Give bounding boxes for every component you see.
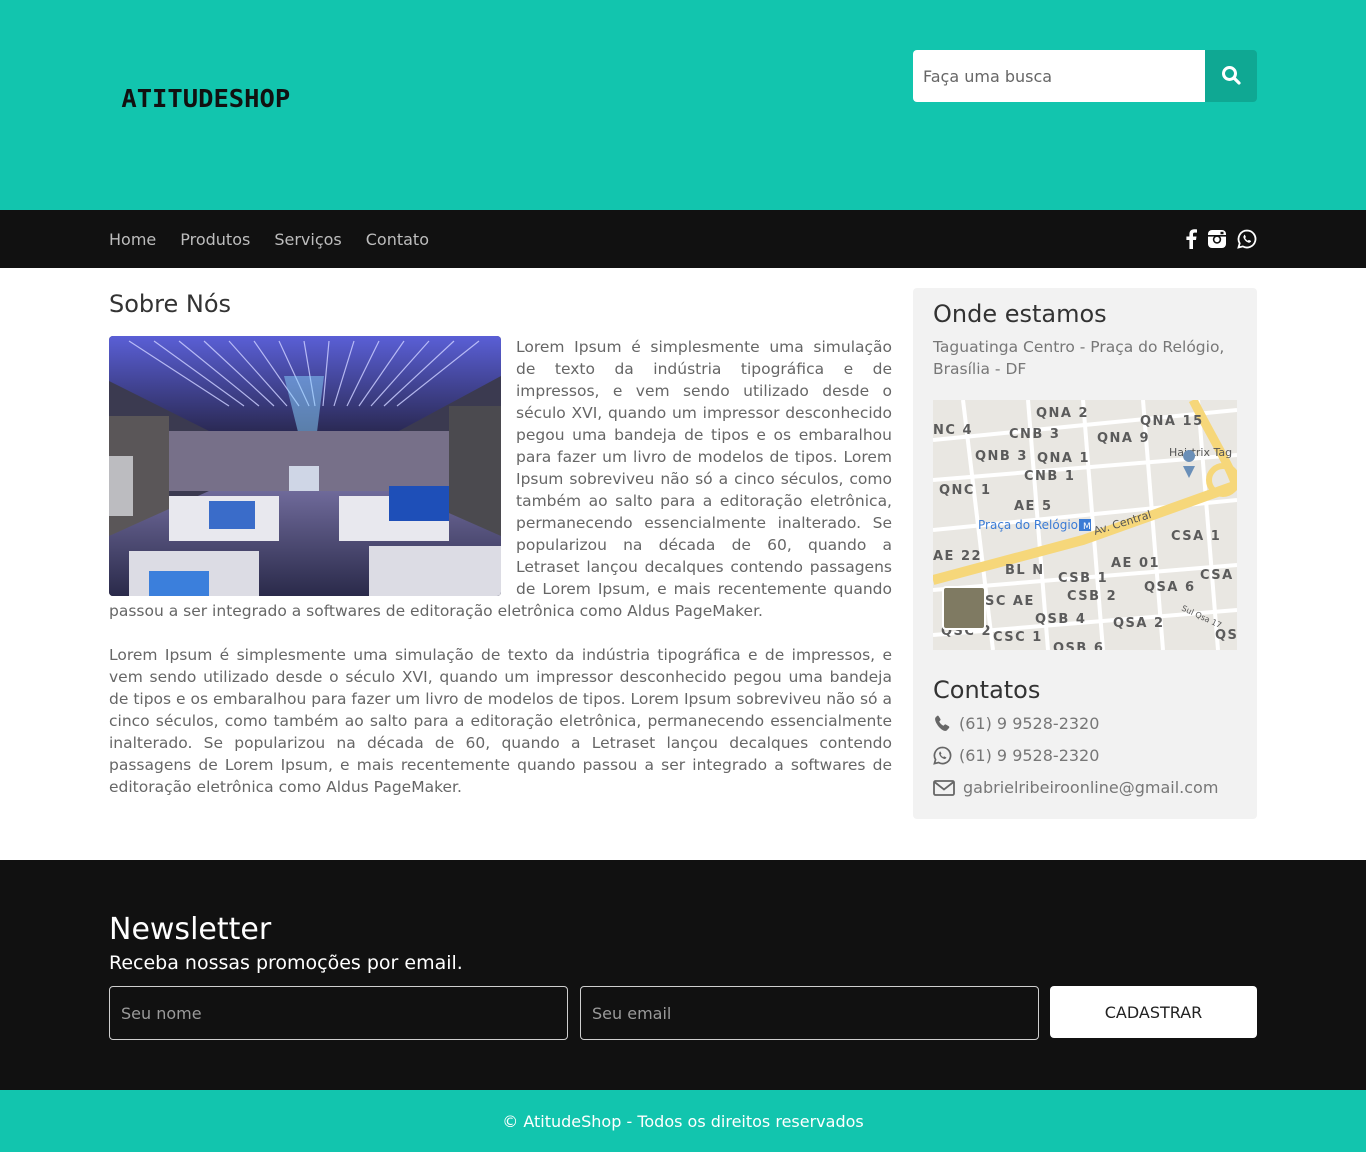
search-button[interactable] (1205, 50, 1257, 102)
map-label: NC 4 (933, 423, 973, 438)
map-label: CSB 1 (1058, 571, 1108, 586)
map-label: QNA 9 (1097, 431, 1150, 446)
location-title: Onde estamos (933, 300, 1107, 328)
main-nav: Home Produtos Serviços Contato (0, 210, 1366, 268)
nav-servicos[interactable]: Serviços (274, 230, 341, 249)
search-input[interactable] (913, 50, 1205, 102)
map-label: QNA 1 (1037, 451, 1090, 466)
contacts-title: Contatos (933, 676, 1041, 704)
satellite-toggle[interactable] (942, 586, 986, 630)
phone-icon (933, 715, 959, 733)
phone-number[interactable]: (61) 9 9528-2320 (959, 714, 1099, 733)
envelope-icon (933, 779, 959, 796)
about-paragraph-2: Lorem Ipsum é simplesmente uma simulação… (109, 646, 892, 796)
map-label: SC AE (985, 594, 1035, 609)
map-label: AE 01 (1111, 556, 1160, 571)
map-label: Praça do Relógio (978, 518, 1078, 532)
map[interactable]: QNA 2 QNA 15 NC 4 CNB 3 QNA 9 QNB 3 QNA … (933, 400, 1237, 650)
map-label: QNA 15 (1140, 414, 1204, 429)
map-label: CSA (1200, 568, 1234, 583)
map-label: QNA 2 (1036, 406, 1089, 421)
map-label: QS (1215, 628, 1237, 643)
map-label: QSB 6 (1053, 641, 1104, 650)
contact-phone: (61) 9 9528-2320 (933, 714, 1099, 733)
nav-home[interactable]: Home (109, 230, 156, 249)
email-input[interactable] (580, 986, 1039, 1040)
contact-email: gabrielribeiroonline@gmail.com (933, 778, 1218, 797)
newsletter-section: Newsletter Receba nossas promoções por e… (0, 860, 1366, 1090)
newsletter-title: Newsletter (109, 912, 272, 947)
search-bar (913, 50, 1257, 102)
svg-text:M: M (1083, 522, 1091, 532)
map-label: CNB 3 (1009, 427, 1060, 442)
copyright: © AtitudeShop - Todos os direitos reserv… (502, 1111, 864, 1131)
map-label: QSA 6 (1144, 580, 1196, 595)
map-label: CNB 1 (1024, 469, 1075, 484)
store-photo (109, 336, 501, 596)
sidebar: Onde estamos Taguatinga Centro - Praça d… (913, 288, 1257, 819)
map-label: QSB 4 (1035, 612, 1086, 627)
contact-whatsapp: (61) 9 9528-2320 (933, 746, 1099, 765)
whatsapp-icon (933, 746, 959, 765)
facebook-icon[interactable] (1185, 229, 1197, 249)
map-label: CSB 2 (1067, 589, 1117, 604)
nav-contato[interactable]: Contato (366, 230, 429, 249)
map-label: Hairtrix Tag (1169, 446, 1232, 459)
whatsapp-icon[interactable] (1237, 229, 1257, 249)
nav-links: Home Produtos Serviços Contato (109, 210, 453, 268)
address: Taguatinga Centro - Praça do Relógio, Br… (933, 338, 1225, 378)
logo[interactable]: ATITUDESHOP (121, 84, 290, 113)
map-label: CSC 1 (993, 630, 1043, 645)
social-links (1185, 210, 1257, 268)
map-label: QNB 3 (975, 449, 1028, 464)
site-footer: © AtitudeShop - Todos os direitos reserv… (0, 1090, 1366, 1152)
newsletter-subtitle: Receba nossas promoções por email. (109, 952, 463, 974)
map-label: BL N (1005, 563, 1045, 578)
subscribe-button[interactable]: CADASTRAR (1050, 986, 1257, 1038)
nav-produtos[interactable]: Produtos (180, 230, 250, 249)
search-icon (1221, 65, 1241, 88)
instagram-icon[interactable] (1207, 229, 1227, 249)
site-header: ATITUDESHOP (0, 0, 1366, 210)
map-label: QNC 1 (939, 483, 992, 498)
map-label: AE 5 (1014, 499, 1053, 514)
whatsapp-number[interactable]: (61) 9 9528-2320 (959, 746, 1099, 765)
map-label: QSA 2 (1113, 616, 1165, 631)
name-input[interactable] (109, 986, 568, 1040)
map-label: AE 22 (933, 549, 982, 564)
about-title: Sobre Nós (109, 290, 232, 318)
map-label: CSA 1 (1171, 529, 1221, 544)
email-address[interactable]: gabrielribeiroonline@gmail.com (963, 778, 1218, 797)
